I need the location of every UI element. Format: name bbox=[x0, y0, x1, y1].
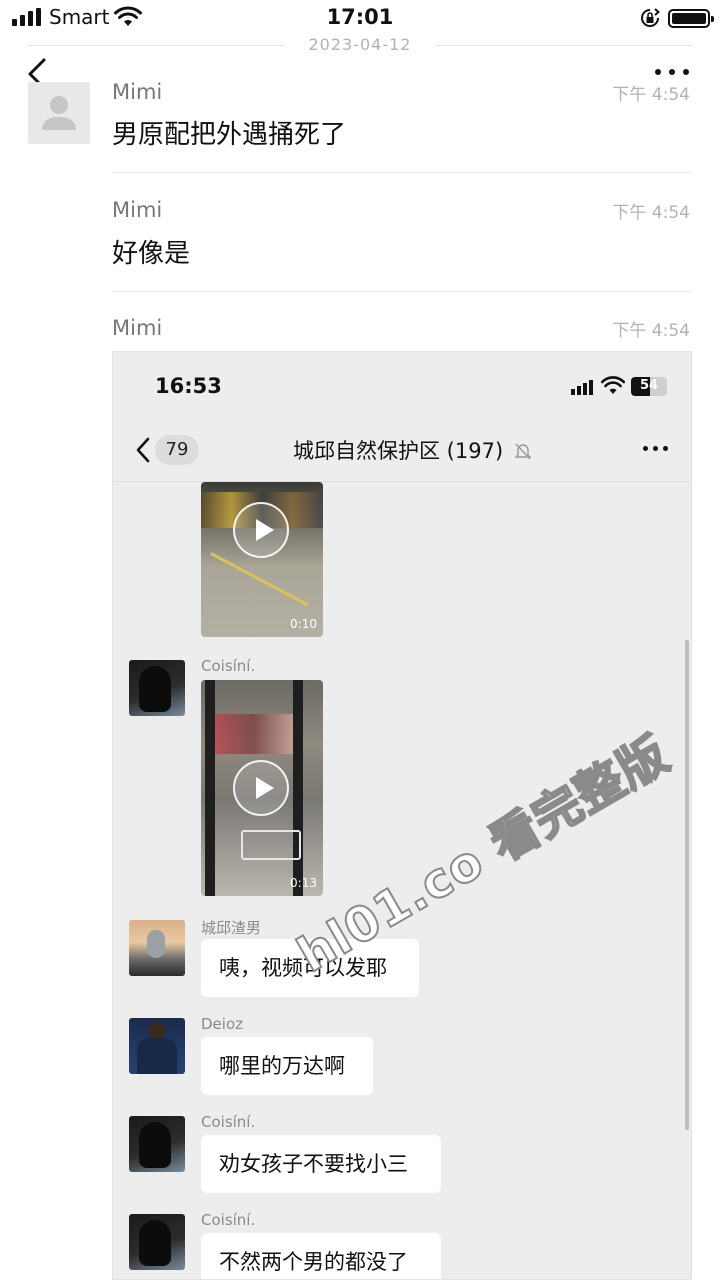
embedded-battery-icon: 54 bbox=[631, 377, 667, 396]
default-user-icon bbox=[42, 96, 76, 130]
chat-sender: Coisíní. bbox=[201, 1113, 256, 1131]
message-time: 下午 4:54 bbox=[612, 203, 690, 223]
embedded-wifi-icon bbox=[601, 376, 625, 394]
embedded-unread-count: 79 bbox=[155, 435, 199, 465]
date-separator: 2023-04-12 bbox=[308, 35, 412, 54]
message-time: 下午 4:54 bbox=[612, 321, 690, 341]
video-duration: 0:13 bbox=[290, 876, 317, 890]
more-options-button[interactable] bbox=[654, 64, 690, 80]
play-icon[interactable] bbox=[233, 760, 289, 816]
video-message[interactable]: 0:13 bbox=[201, 680, 323, 896]
battery-icon bbox=[668, 9, 714, 28]
divider bbox=[112, 291, 692, 292]
avatar[interactable] bbox=[129, 1018, 185, 1074]
message-sender: Mimi bbox=[112, 80, 163, 104]
embedded-chat-title: 城邱自然保护区 (197) bbox=[293, 439, 504, 463]
avatar[interactable] bbox=[28, 82, 90, 144]
embedded-back-icon bbox=[136, 437, 150, 463]
status-bar: Smart 17:01 bbox=[0, 0, 720, 36]
message-sender: Mimi bbox=[112, 198, 163, 222]
chat-sender: 城邱渣男 bbox=[201, 919, 262, 937]
chat-sender: Coisíní. bbox=[201, 1211, 256, 1229]
avatar[interactable] bbox=[129, 920, 185, 976]
video-message[interactable]: 0:10 bbox=[201, 482, 323, 637]
chat-sender: Deioz bbox=[201, 1015, 243, 1033]
embedded-status-time: 16:53 bbox=[155, 374, 222, 398]
rotation-lock-icon bbox=[641, 8, 660, 27]
embedded-more-icon bbox=[641, 444, 669, 454]
scrollbar[interactable] bbox=[685, 640, 689, 1130]
chat-sender: Coisíní. bbox=[201, 657, 256, 675]
message-text[interactable]: 好像是 bbox=[112, 233, 190, 270]
message-text[interactable]: 男原配把外遇捅死了 bbox=[112, 114, 346, 151]
avatar[interactable] bbox=[129, 1214, 185, 1270]
bell-muted-icon bbox=[514, 443, 532, 460]
divider bbox=[112, 172, 692, 173]
message-sender: Mimi bbox=[112, 316, 163, 340]
chat-bubble[interactable]: 哪里的万达啊 bbox=[201, 1037, 373, 1095]
play-icon[interactable] bbox=[233, 502, 289, 558]
embedded-chat-header: 79 城邱自然保护区 (197) bbox=[113, 422, 691, 482]
video-duration: 0:10 bbox=[290, 617, 317, 631]
embedded-signal-icon bbox=[571, 380, 595, 395]
chat-bubble[interactable]: 不然两个男的都没了 bbox=[201, 1233, 441, 1279]
chat-bubble[interactable]: 劝女孩子不要找小三 bbox=[201, 1135, 441, 1193]
avatar[interactable] bbox=[129, 660, 185, 716]
avatar[interactable] bbox=[129, 1116, 185, 1172]
message-time: 下午 4:54 bbox=[612, 85, 690, 105]
status-time: 17:01 bbox=[326, 5, 394, 29]
